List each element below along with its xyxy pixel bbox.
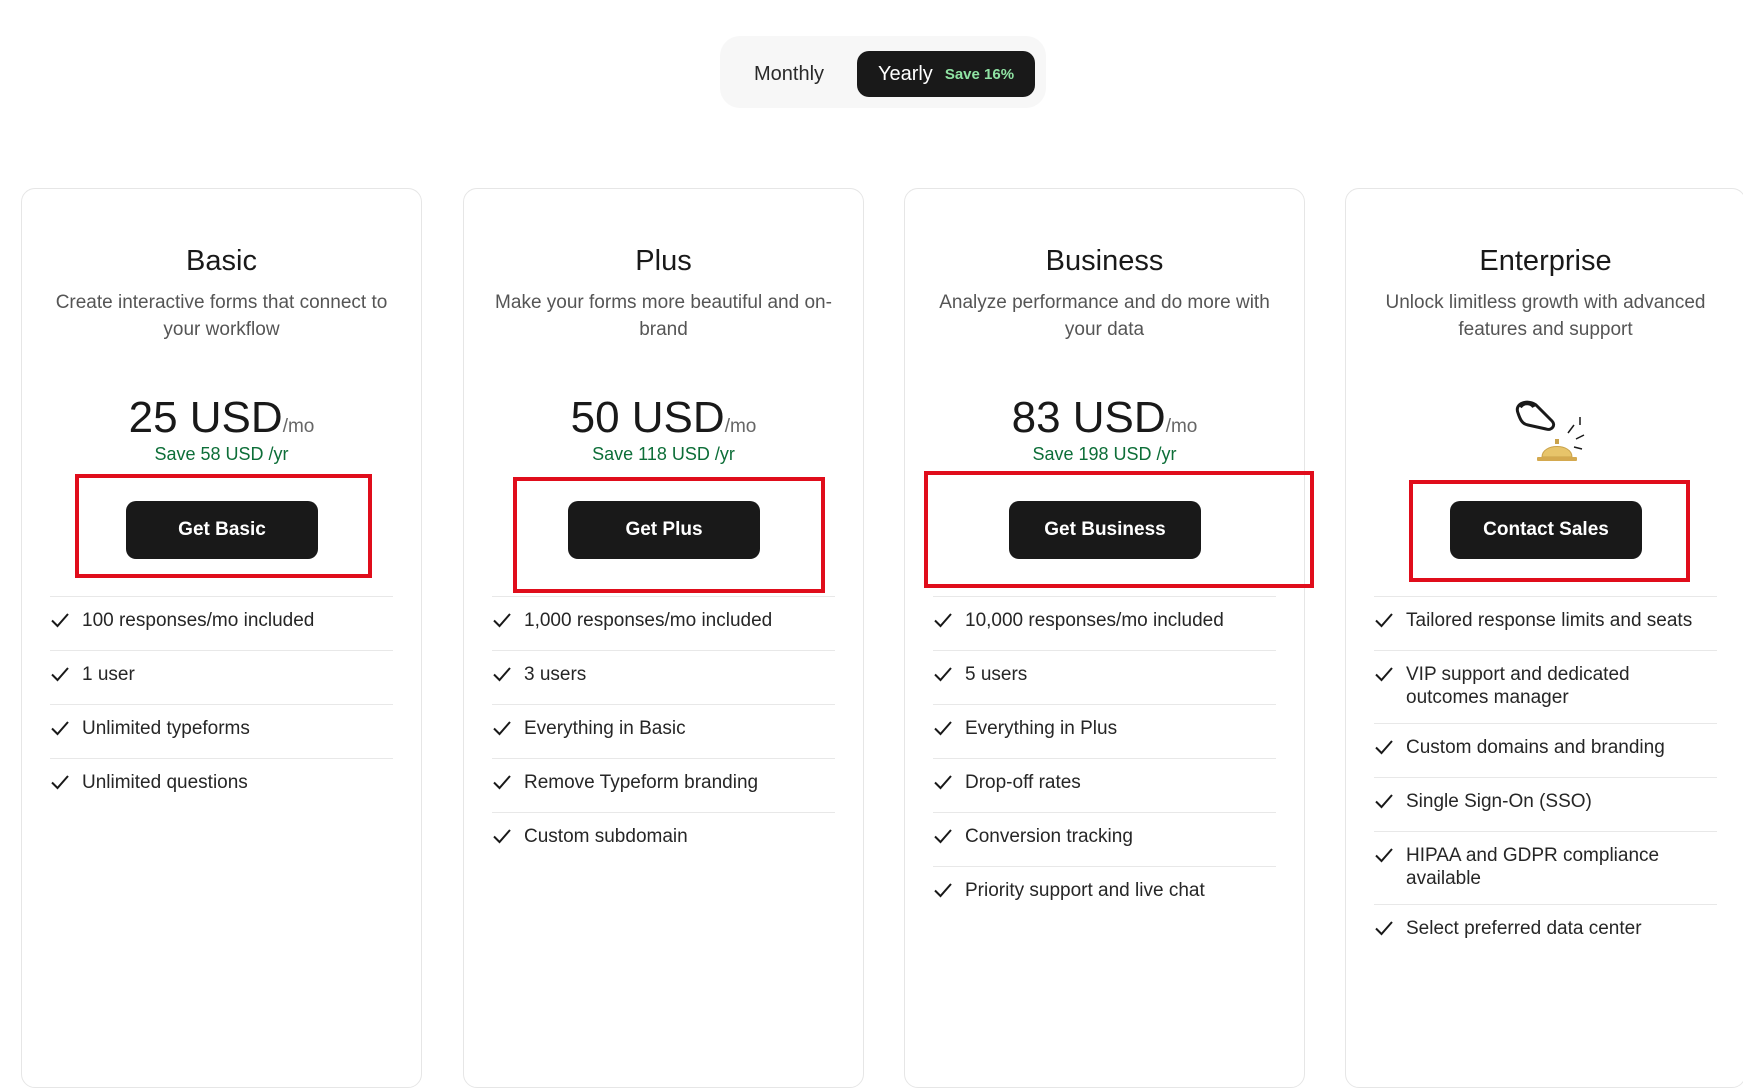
feature-item: 1 user: [50, 650, 393, 704]
get-business-button[interactable]: Get Business: [1009, 501, 1201, 559]
check-icon: [492, 663, 524, 690]
plan-description: Make your forms more beautiful and on-br…: [495, 292, 832, 340]
monthly-toggle-option[interactable]: Monthly: [730, 51, 848, 97]
plan-card-basic: Basic Create interactive forms that conne…: [21, 188, 422, 1088]
check-icon: [933, 717, 965, 744]
plan-name: Plus: [635, 245, 692, 277]
feature-item: Priority support and live chat: [933, 866, 1276, 920]
get-basic-button[interactable]: Get Basic: [126, 501, 318, 559]
feature-text: Custom subdomain: [524, 826, 688, 847]
yearly-label: Yearly: [877, 62, 933, 85]
feature-item: Single Sign-On (SSO): [1374, 777, 1717, 831]
check-icon: [1374, 790, 1406, 817]
feature-item: 1,000 responses/mo included: [492, 596, 835, 650]
feature-item: Remove Typeform branding: [492, 758, 835, 812]
feature-text: Select preferred data center: [1406, 918, 1642, 939]
feature-text: 10,000 responses/mo included: [965, 610, 1224, 631]
feature-list: 100 responses/mo included 1 user Unlimited…: [50, 596, 393, 812]
check-icon: [50, 717, 82, 744]
feature-text: 5 users: [965, 664, 1028, 685]
price-unit: /mo: [1165, 416, 1198, 437]
feature-text: Conversion tracking: [965, 826, 1133, 847]
yearly-savings: Save 118 USD /yr: [592, 444, 735, 464]
feature-item: Conversion tracking: [933, 812, 1276, 866]
feature-list: 10,000 responses/mo included 5 users Every…: [933, 596, 1276, 920]
yearly-toggle-option[interactable]: Yearly Save 16%: [857, 51, 1035, 97]
check-icon: [933, 825, 965, 852]
feature-text: Drop-off rates: [965, 772, 1081, 793]
feature-item: HIPAA and GDPR compliance available: [1374, 831, 1717, 904]
feature-list: Tailored response limits and seats VIP su…: [1374, 596, 1717, 958]
feature-item: Custom domains and branding: [1374, 723, 1717, 777]
check-icon: [1374, 736, 1406, 763]
feature-text: Single Sign-On (SSO): [1406, 791, 1592, 812]
check-icon: [1374, 609, 1406, 636]
feature-text: 1,000 responses/mo included: [524, 610, 773, 631]
feature-text: Everything in Plus: [965, 718, 1118, 739]
get-plus-button[interactable]: Get Plus: [568, 501, 760, 559]
check-icon: [1374, 663, 1406, 690]
feature-text: Everything in Basic: [524, 718, 686, 739]
price-unit: /mo: [724, 416, 757, 437]
feature-item: Custom subdomain: [492, 812, 835, 866]
feature-text: Remove Typeform branding: [524, 772, 759, 793]
feature-item: 5 users: [933, 650, 1276, 704]
plan-card-business: Business Analyze performance and do more …: [904, 188, 1305, 1088]
feature-item: 100 responses/mo included: [50, 596, 393, 650]
plan-name: Business: [1045, 245, 1164, 277]
check-icon: [492, 771, 524, 798]
plan-description: Unlock limitless growth with advanced fe…: [1385, 292, 1706, 340]
price-amount: 25 USD: [128, 393, 283, 442]
feature-item: VIP support and dedicated outcomes manag…: [1374, 650, 1717, 723]
service-bell-icon: [1506, 395, 1590, 476]
plan-card-plus: Plus Make your forms more beautiful and o…: [463, 188, 864, 1088]
yearly-savings: Save 58 USD /yr: [154, 444, 289, 464]
feature-item: 3 users: [492, 650, 835, 704]
feature-text: Unlimited questions: [82, 772, 248, 793]
check-icon: [933, 879, 965, 906]
price-unit: /mo: [282, 416, 315, 437]
check-icon: [50, 663, 82, 690]
contact-sales-button[interactable]: Contact Sales: [1450, 501, 1642, 559]
feature-item: 10,000 responses/mo included: [933, 596, 1276, 650]
feature-text: 1 user: [82, 664, 135, 685]
feature-item: Everything in Basic: [492, 704, 835, 758]
check-icon: [50, 771, 82, 798]
feature-item: Unlimited typeforms: [50, 704, 393, 758]
feature-item: Drop-off rates: [933, 758, 1276, 812]
feature-list: 1,000 responses/mo included 3 users Everyt…: [492, 596, 835, 866]
plan-name: Enterprise: [1479, 245, 1612, 277]
plan-name: Basic: [186, 245, 257, 277]
yearly-save-badge: Save 16%: [944, 65, 1015, 83]
check-icon: [50, 609, 82, 636]
feature-item: Tailored response limits and seats: [1374, 596, 1717, 650]
yearly-savings: Save 198 USD /yr: [1032, 444, 1177, 464]
check-icon: [492, 717, 524, 744]
feature-text: VIP support and dedicated outcomes manag…: [1406, 664, 1630, 708]
feature-text: Priority support and live chat: [965, 880, 1205, 901]
feature-item: Everything in Plus: [933, 704, 1276, 758]
check-icon: [933, 771, 965, 798]
plan-card-enterprise: Enterprise Unlock limitless growth with a…: [1345, 188, 1743, 1088]
feature-text: 3 users: [524, 664, 587, 685]
plan-description: Analyze performance and do more with you…: [939, 292, 1270, 340]
feature-item: Unlimited questions: [50, 758, 393, 812]
price-amount: 83 USD: [1011, 393, 1166, 442]
feature-text: Custom domains and branding: [1406, 737, 1665, 758]
feature-text: Tailored response limits and seats: [1406, 610, 1693, 631]
check-icon: [492, 609, 524, 636]
check-icon: [1374, 844, 1406, 871]
check-icon: [492, 825, 524, 852]
check-icon: [933, 663, 965, 690]
feature-text: 100 responses/mo included: [82, 610, 315, 631]
check-icon: [933, 609, 965, 636]
monthly-label: Monthly: [753, 62, 825, 85]
price-amount: 50 USD: [570, 393, 725, 442]
feature-text: HIPAA and GDPR compliance available: [1406, 845, 1660, 889]
plan-description: Create interactive forms that connect to…: [55, 292, 388, 340]
feature-item: Select preferred data center: [1374, 904, 1717, 958]
check-icon: [1374, 917, 1406, 944]
feature-text: Unlimited typeforms: [82, 718, 250, 739]
